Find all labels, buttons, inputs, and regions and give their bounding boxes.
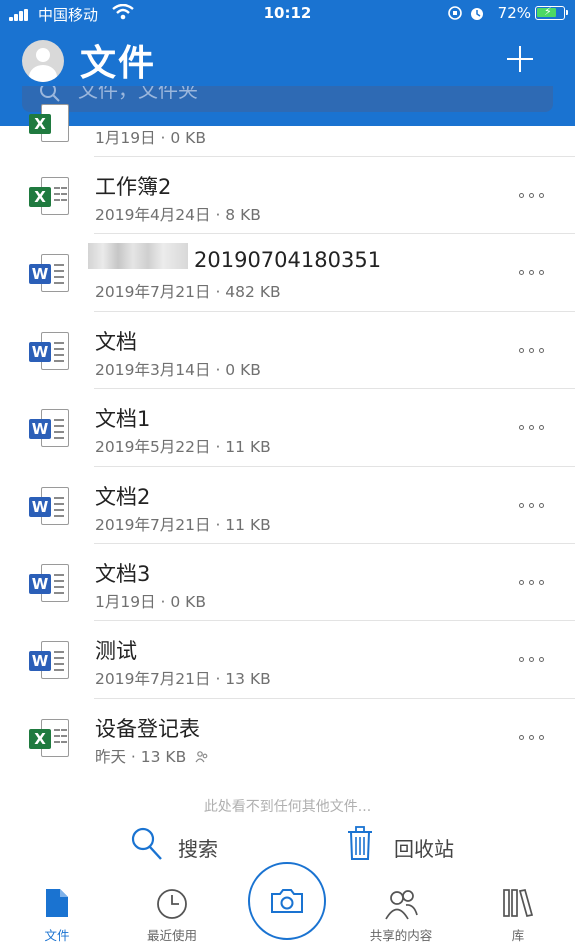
file-row[interactable]: X 工作簿2 2019年4月24日 · 8 KB bbox=[0, 157, 575, 235]
more-options-button[interactable] bbox=[519, 185, 547, 203]
tab-library[interactable]: 库 bbox=[463, 876, 573, 943]
tab-label: 库 bbox=[511, 928, 525, 943]
tab-recent[interactable]: 最近使用 bbox=[117, 876, 227, 943]
tab-label: 文件 bbox=[44, 928, 70, 943]
word-file-icon: W bbox=[29, 641, 71, 681]
file-name: 工作簿2 bbox=[95, 175, 172, 199]
avatar[interactable] bbox=[22, 40, 64, 82]
file-meta: 2019年5月22日 · 11 KB bbox=[95, 438, 271, 457]
file-meta: 2019年7月21日 · 482 KB bbox=[95, 283, 281, 302]
excel-file-icon: X bbox=[29, 104, 71, 144]
more-options-button[interactable] bbox=[519, 727, 547, 745]
file-meta: 2019年7月21日 · 11 KB bbox=[95, 515, 271, 534]
shared-icon bbox=[195, 751, 208, 763]
battery-percent: 72% bbox=[497, 4, 531, 22]
recycle-label: 回收站 bbox=[394, 837, 454, 861]
empty-note: 此处看不到任何其他文件... bbox=[203, 799, 372, 815]
recycle-bin-button[interactable]: 回收站 bbox=[346, 826, 454, 866]
file-name: 设备登记表 bbox=[95, 716, 200, 741]
word-file-icon: W bbox=[29, 331, 71, 372]
file-name: 文档1 bbox=[95, 407, 151, 432]
tab-label: 共享的内容 bbox=[369, 928, 433, 943]
clock-icon bbox=[157, 889, 187, 919]
search-bar[interactable]: 文件，文件夹 bbox=[22, 86, 553, 112]
library-icon bbox=[503, 889, 534, 917]
file-meta-wrapper: 昨天 · 13 KB bbox=[95, 745, 209, 767]
file-meta: 2019年4月24日 · 8 KB bbox=[95, 206, 261, 224]
page-title: 文件 bbox=[80, 43, 157, 84]
file-row[interactable]: W 文档2 2019年7月21日 · 11 KB bbox=[0, 467, 575, 544]
excel-file-icon: X bbox=[29, 177, 71, 217]
file-name: 文档 bbox=[95, 329, 137, 354]
orientation-lock-icon bbox=[448, 6, 483, 20]
search-button[interactable]: 搜索 bbox=[130, 826, 218, 866]
file-meta: 1月19日 · 0 KB bbox=[95, 129, 206, 147]
file-row[interactable]: W 文档 2019年3月14日 · 0 KB bbox=[0, 312, 575, 390]
status-bar: 中国移动 10:12 72% ⚡ bbox=[0, 0, 575, 28]
file-name: 测试 bbox=[95, 639, 137, 664]
word-file-icon: W bbox=[29, 254, 71, 294]
file-icon bbox=[46, 889, 68, 917]
file-list: X 1月19日 · 0 KB X 工作簿2 2019年4月24日 · 8 KB bbox=[0, 104, 575, 776]
camera-icon bbox=[271, 889, 303, 913]
more-options-button[interactable] bbox=[519, 340, 547, 358]
file-name: 文档2 bbox=[95, 484, 151, 509]
tab-shared[interactable]: 共享的内容 bbox=[346, 876, 456, 943]
word-file-icon: W bbox=[29, 409, 71, 449]
file-meta: 2019年7月21日 · 13 KB bbox=[95, 670, 271, 689]
trash-icon bbox=[348, 826, 372, 860]
battery-icon: ⚡ bbox=[535, 5, 568, 20]
search-placeholder: 文件，文件夹 bbox=[78, 86, 198, 102]
blurred-region bbox=[88, 243, 188, 270]
file-row-partial[interactable]: X 1月19日 · 0 KB bbox=[0, 104, 575, 157]
add-button[interactable] bbox=[505, 44, 535, 74]
search-icon bbox=[131, 827, 162, 860]
search-icon bbox=[40, 86, 60, 102]
camera-button[interactable] bbox=[248, 862, 326, 940]
app-header: 中国移动 10:12 72% ⚡ 文件 文件，文件夹 bbox=[0, 0, 575, 126]
people-icon bbox=[385, 890, 418, 920]
file-meta: 2019年3月14日 · 0 KB bbox=[95, 360, 261, 379]
file-meta: 1月19日 · 0 KB bbox=[95, 592, 206, 611]
file-row[interactable]: W 测试 2019年7月21日 · 13 KB bbox=[0, 621, 575, 699]
more-options-button[interactable] bbox=[519, 417, 547, 435]
word-file-icon: W bbox=[29, 563, 71, 604]
onedrive-files-screen: 中国移动 10:12 72% ⚡ 文件 文件，文件夹 X 1月19日 · 0 K… bbox=[0, 0, 575, 943]
file-row[interactable]: W 文档1 2019年5月22日 · 11 KB bbox=[0, 389, 575, 467]
word-file-icon: W bbox=[29, 486, 71, 527]
tab-files[interactable]: 文件 bbox=[2, 876, 112, 943]
tab-label: 最近使用 bbox=[146, 928, 197, 943]
file-row[interactable]: X 设备登记表 昨天 · 13 KB bbox=[0, 699, 575, 776]
file-row[interactable]: W 文档3 1月19日 · 0 KB bbox=[0, 544, 575, 622]
more-options-button[interactable] bbox=[519, 495, 547, 513]
file-name: 20190704180351 bbox=[194, 248, 382, 273]
more-options-button[interactable] bbox=[519, 262, 547, 280]
excel-file-icon: X bbox=[29, 718, 71, 759]
file-meta: 昨天 · 13 KB bbox=[95, 747, 187, 766]
status-time: 10:12 bbox=[263, 4, 312, 22]
file-name: 文档3 bbox=[95, 561, 151, 586]
more-options-button[interactable] bbox=[519, 649, 547, 667]
search-label: 搜索 bbox=[178, 837, 218, 861]
file-row[interactable]: W 20190704180351 2019年7月21日 · 482 KB bbox=[0, 234, 575, 312]
more-options-button[interactable] bbox=[519, 572, 547, 590]
